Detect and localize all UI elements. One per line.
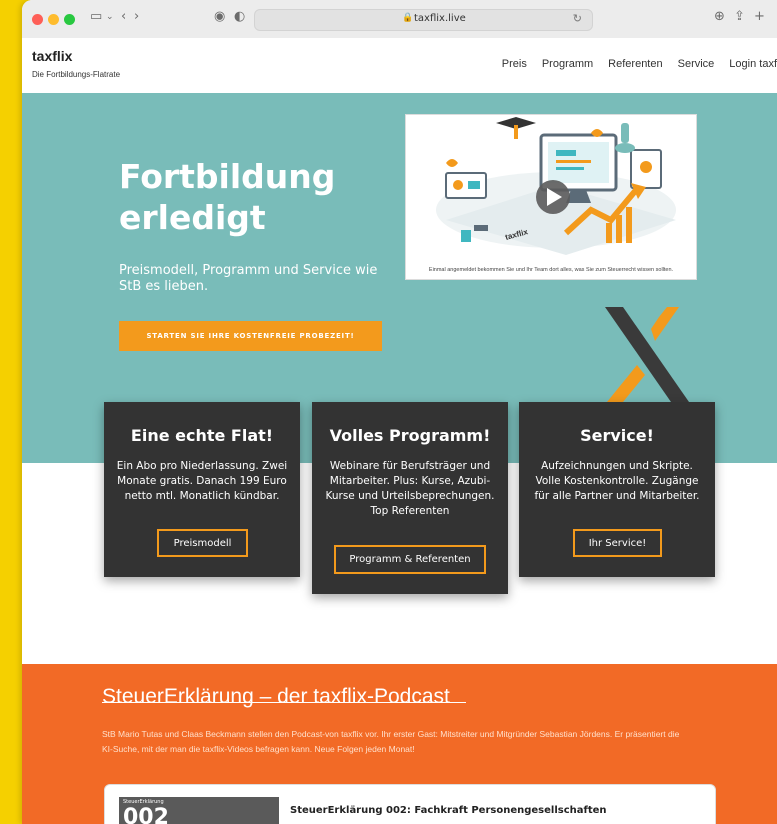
close-window-button[interactable] bbox=[32, 14, 43, 25]
site-tagline: Die Fortbildungs-Flatrate bbox=[32, 70, 121, 79]
podcast-title: SteuerErklärung – der taxflix-Podcast bbox=[102, 685, 450, 708]
hero-title: Fortbildung erledigt bbox=[119, 157, 336, 237]
hero-subtitle: Preismodell, Programm und Service wie St… bbox=[119, 263, 378, 294]
card-flat: Eine echte Flat! Ein Abo pro Niederlassu… bbox=[104, 402, 300, 577]
taxflix-x-logo-icon bbox=[605, 307, 689, 402]
lock-icon: 🔒 bbox=[402, 13, 414, 23]
card-programm: Volles Programm! Webinare für Berufsträg… bbox=[312, 402, 508, 594]
minimize-window-button[interactable] bbox=[48, 14, 59, 25]
podcast-episode-card[interactable]: SteuerErklärung 002 SteuerErklärung 002:… bbox=[104, 784, 716, 824]
site-header: taxflix Die Fortbildungs-Flatrate Preis … bbox=[22, 38, 777, 93]
nav-item-programm[interactable]: Programm bbox=[542, 58, 593, 70]
share-icon[interactable]: ⇪ bbox=[734, 9, 745, 24]
card-flat-title: Eine echte Flat! bbox=[130, 426, 274, 445]
reload-icon[interactable]: ↻ bbox=[573, 12, 582, 25]
podcast-title-underline bbox=[102, 702, 466, 703]
nav-item-service[interactable]: Service bbox=[678, 58, 715, 70]
card-service: Service! Aufzeichnungen und Skripte. Vol… bbox=[519, 402, 715, 577]
chevron-down-icon[interactable]: ⌄ bbox=[106, 12, 114, 22]
video-illustration: taxflix bbox=[436, 117, 676, 255]
card-flat-text: Ein Abo pro Niederlassung. Zwei Monate g… bbox=[116, 460, 288, 502]
nav-item-preis[interactable]: Preis bbox=[502, 58, 527, 70]
main-nav: Preis Programm Referenten Service Login … bbox=[487, 58, 777, 70]
nav-item-login[interactable]: Login taxf bbox=[729, 58, 777, 70]
video-caption: Einmal angemeldet bekommen Sie und Ihr T… bbox=[428, 267, 674, 273]
zoom-window-button[interactable] bbox=[64, 14, 75, 25]
browser-toolbar: ▭ ⌄ ‹ › ◉ ◐ 🔒 taxflix.live ↻ ⊕ ⇪ + bbox=[22, 0, 777, 39]
sidebar-icon[interactable]: ▭ bbox=[90, 9, 102, 24]
podcast-section: SteuerErklärung – der taxflix-Podcast St… bbox=[22, 664, 777, 824]
card-service-title: Service! bbox=[580, 426, 654, 445]
browser-window: ▭ ⌄ ‹ › ◉ ◐ 🔒 taxflix.live ↻ ⊕ ⇪ + taxfl… bbox=[22, 0, 777, 824]
podcast-description: StB Mario Tutas und Claas Beckmann stell… bbox=[102, 729, 680, 754]
card-programm-title: Volles Programm! bbox=[329, 426, 491, 445]
ihr-service-button[interactable]: Ihr Service! bbox=[573, 529, 662, 557]
podcast-thumbnail[interactable]: SteuerErklärung 002 bbox=[119, 797, 279, 824]
programm-referenten-button[interactable]: Programm & Referenten bbox=[334, 545, 486, 574]
start-trial-button[interactable]: STARTEN SIE IHRE KOSTENFREIE PROBEZEIT! bbox=[119, 321, 382, 351]
extension-icon[interactable]: ◉ bbox=[214, 9, 225, 24]
intro-video[interactable]: taxflix Einmal angemeldet bekommen Sie u… bbox=[405, 114, 697, 280]
back-icon[interactable]: ‹ bbox=[121, 9, 126, 24]
address-bar-url: taxflix.live bbox=[414, 13, 466, 24]
podcast-episode-title[interactable]: SteuerErklärung 002: Fachkraft Personeng… bbox=[290, 805, 607, 816]
card-service-text: Aufzeichnungen und Skripte. Volle Kosten… bbox=[534, 460, 700, 502]
nav-item-referenten[interactable]: Referenten bbox=[608, 58, 662, 70]
forward-icon[interactable]: › bbox=[134, 9, 139, 24]
download-icon[interactable]: ⊕ bbox=[714, 9, 725, 24]
site-logo[interactable]: taxflix bbox=[32, 48, 72, 64]
preismodell-button[interactable]: Preismodell bbox=[157, 529, 248, 557]
podcast-thumb-number: 002 bbox=[123, 805, 169, 824]
card-programm-text: Webinare für Berufsträger und Mitarbeite… bbox=[325, 460, 495, 517]
new-tab-icon[interactable]: + bbox=[754, 9, 765, 24]
privacy-shield-icon[interactable]: ◐ bbox=[234, 9, 245, 24]
address-bar[interactable]: 🔒 taxflix.live ↻ bbox=[254, 9, 593, 31]
